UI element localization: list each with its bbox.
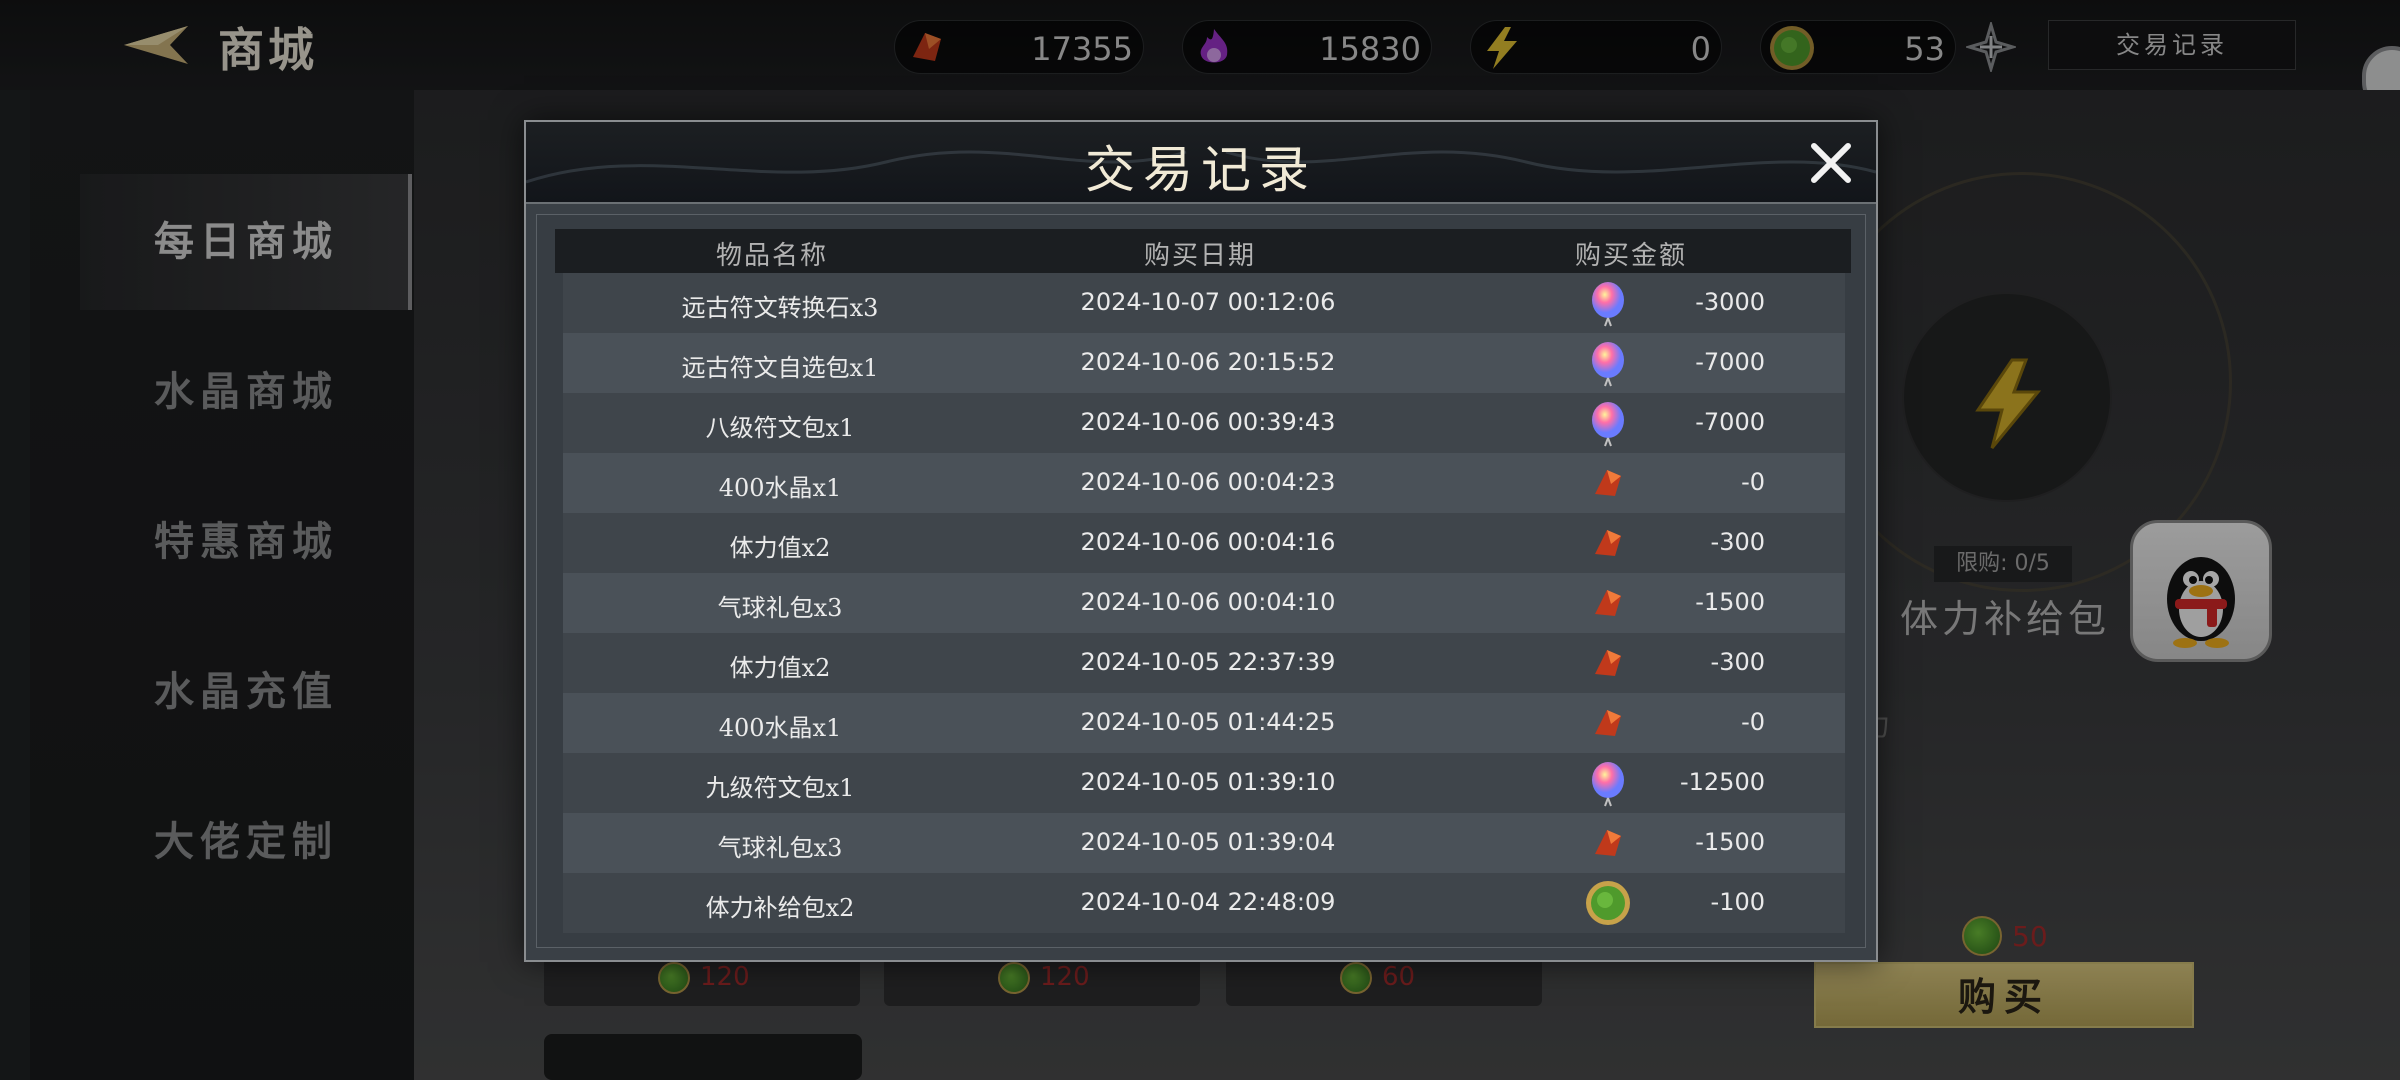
- record-date: 2024-10-05 01:39:04: [1080, 828, 1336, 856]
- record-amount: -1500: [1695, 828, 1765, 856]
- record-item-name: 九级符文包x1: [705, 774, 855, 802]
- record-row: 体力补给包x2 2024-10-04 22:48:09 -100: [563, 873, 1845, 933]
- balloon-icon: [1583, 278, 1633, 328]
- red-crystal-icon: [1583, 698, 1633, 748]
- balloon-icon: [1583, 338, 1633, 388]
- record-item-name: 远古符文转换石x3: [681, 294, 879, 322]
- red-crystal-icon: [1583, 638, 1633, 688]
- record-amount: -7000: [1695, 348, 1765, 376]
- record-date: 2024-10-06 00:39:43: [1080, 408, 1336, 436]
- red-crystal-icon: [1583, 818, 1633, 868]
- record-date: 2024-10-07 00:12:06: [1080, 288, 1336, 316]
- record-row: 400水晶x1 2024-10-06 00:04:23 -0: [563, 453, 1845, 513]
- record-date: 2024-10-06 00:04:16: [1080, 528, 1336, 556]
- column-header-item-name: 物品名称: [715, 241, 828, 271]
- record-amount: -0: [1741, 708, 1765, 736]
- transaction-record-dialog: 交易记录 物品名称 购买日期 购买金额 远古符文转换石x3 2024-10-07 …: [524, 120, 1878, 962]
- record-item-name: 八级符文包x1: [705, 414, 855, 442]
- record-amount: -300: [1710, 648, 1765, 676]
- green-coin-icon: [1583, 878, 1633, 928]
- dialog-title: 交易记录: [1085, 141, 1317, 199]
- record-date: 2024-10-06 00:04:23: [1080, 468, 1336, 496]
- record-table: 物品名称 购买日期 购买金额 远古符文转换石x3 2024-10-07 00:12…: [536, 214, 1866, 948]
- record-row: 气球礼包x3 2024-10-05 01:39:04 -1500: [563, 813, 1845, 873]
- record-item-name: 体力补给包x2: [705, 894, 855, 922]
- record-date: 2024-10-06 00:04:10: [1080, 588, 1336, 616]
- record-amount: -1500: [1695, 588, 1765, 616]
- record-list[interactable]: 远古符文转换石x3 2024-10-07 00:12:06 -3000 远古符文自选包…: [563, 273, 1845, 937]
- record-row: 体力值x2 2024-10-06 00:04:16 -300: [563, 513, 1845, 573]
- record-amount: -3000: [1695, 288, 1765, 316]
- record-item-name: 气球礼包x3: [717, 594, 843, 622]
- record-date: 2024-10-06 20:15:52: [1080, 348, 1336, 376]
- record-amount: -300: [1710, 528, 1765, 556]
- record-item-name: 体力值x2: [729, 654, 831, 682]
- record-row: 400水晶x1 2024-10-05 01:44:25 -0: [563, 693, 1845, 753]
- record-item-name: 气球礼包x3: [717, 834, 843, 862]
- column-header-purchase-date: 购买日期: [1143, 241, 1256, 271]
- record-amount: -100: [1710, 888, 1765, 916]
- record-amount: -0: [1741, 468, 1765, 496]
- record-date: 2024-10-05 22:37:39: [1080, 648, 1336, 676]
- record-item-name: 远古符文自选包x1: [681, 354, 879, 382]
- record-row: 八级符文包x1 2024-10-06 00:39:43 -7000: [563, 393, 1845, 453]
- record-row: 九级符文包x1 2024-10-05 01:39:10 -12500: [563, 753, 1845, 813]
- close-icon[interactable]: [1808, 140, 1854, 186]
- record-row: 气球礼包x3 2024-10-06 00:04:10 -1500: [563, 573, 1845, 633]
- balloon-icon: [1583, 758, 1633, 808]
- red-crystal-icon: [1583, 578, 1633, 628]
- record-amount: -7000: [1695, 408, 1765, 436]
- balloon-icon: [1583, 398, 1633, 448]
- dialog-header: 交易记录: [526, 122, 1876, 204]
- record-date: 2024-10-04 22:48:09: [1080, 888, 1336, 916]
- record-row: 体力值x2 2024-10-05 22:37:39 -300: [563, 633, 1845, 693]
- record-amount: -12500: [1679, 768, 1765, 796]
- record-item-name: 400水晶x1: [718, 714, 842, 742]
- record-row: 远古符文自选包x1 2024-10-06 20:15:52 -7000: [563, 333, 1845, 393]
- record-item-name: 体力值x2: [729, 534, 831, 562]
- column-header-purchase-amount: 购买金额: [1574, 241, 1687, 271]
- table-header: 物品名称 购买日期 购买金额: [555, 229, 1851, 273]
- record-item-name: 400水晶x1: [718, 474, 842, 502]
- record-date: 2024-10-05 01:44:25: [1080, 708, 1336, 736]
- record-date: 2024-10-05 01:39:10: [1080, 768, 1336, 796]
- red-crystal-icon: [1583, 458, 1633, 508]
- record-row: 远古符文转换石x3 2024-10-07 00:12:06 -3000: [563, 273, 1845, 333]
- red-crystal-icon: [1583, 518, 1633, 568]
